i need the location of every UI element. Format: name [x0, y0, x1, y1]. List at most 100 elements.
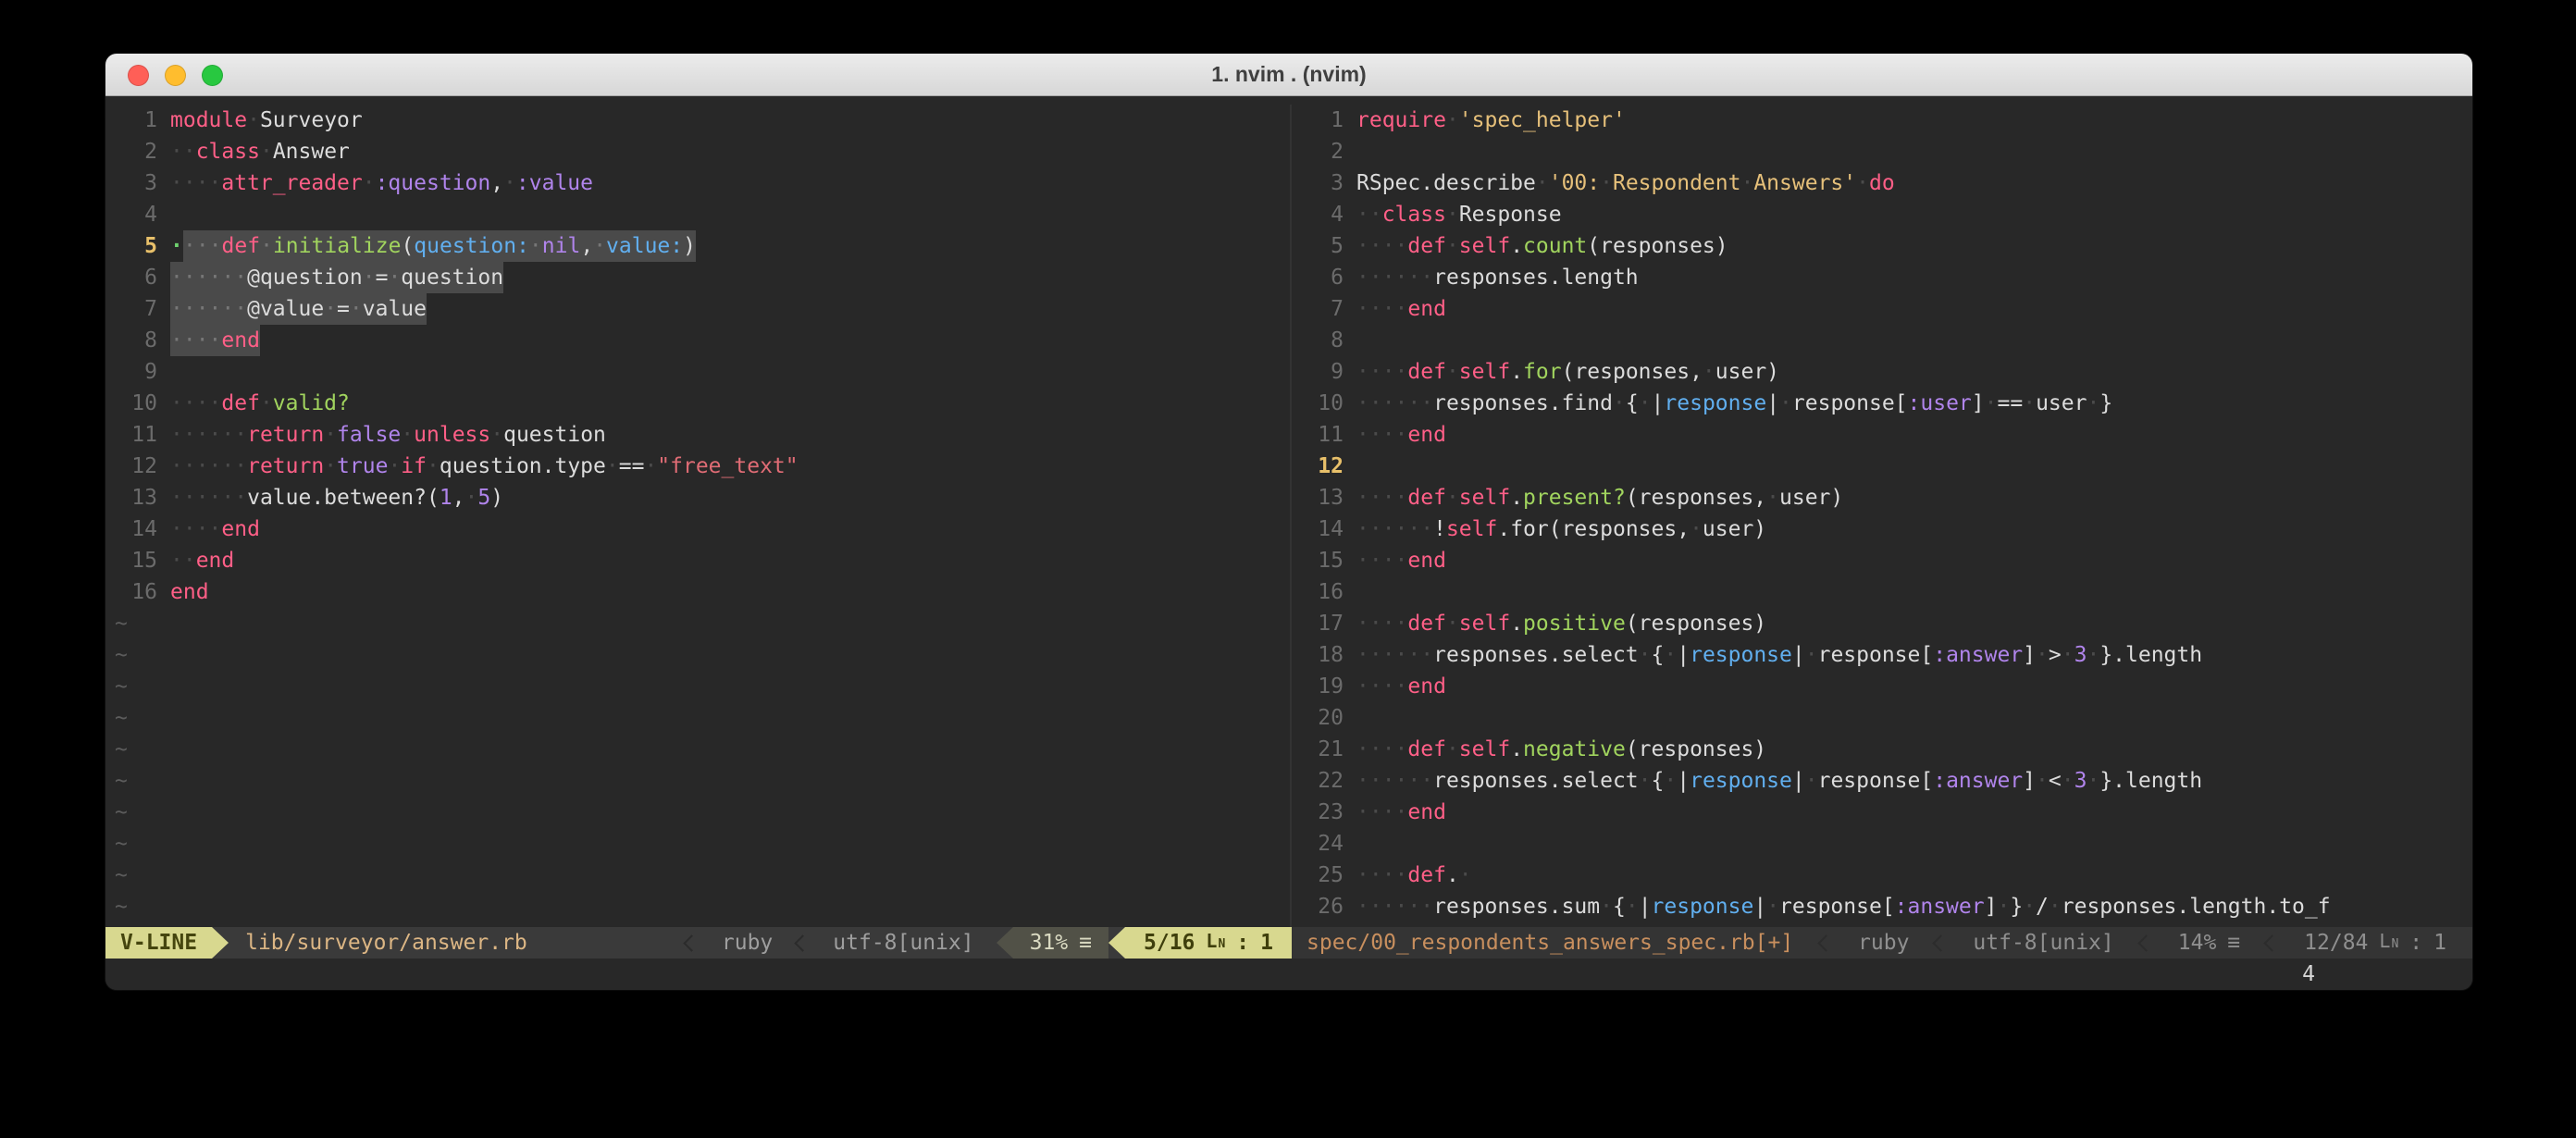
code-line[interactable]: 4	[105, 199, 1290, 230]
code-token: .	[1510, 360, 1523, 384]
code-token: def	[222, 234, 261, 258]
close-button[interactable]	[128, 65, 149, 86]
code-line[interactable]: 16end	[105, 576, 1290, 608]
statusline-active: V-LINE lib/surveyor/answer.rb ruby utf-8…	[105, 927, 1292, 959]
code-token: {	[1652, 769, 1665, 793]
code-token: .	[1510, 737, 1523, 761]
selected-code-text: ···def·initialize(question:·nil,·value:)	[183, 230, 696, 262]
code-line[interactable]: 7······@value·=·value	[105, 293, 1290, 325]
code-line[interactable]: 5····def·initialize(question:·nil,·value…	[105, 230, 1290, 262]
minimize-button[interactable]	[165, 65, 186, 86]
code-line[interactable]: 10······responses.find·{·|response|·resp…	[1292, 388, 2472, 419]
code-line[interactable]: 16	[1292, 576, 2472, 608]
code-line[interactable]: 3RSpec.describe·'00:·Respondent·Answers'…	[1292, 167, 2472, 199]
code-line[interactable]: 12	[1292, 451, 2472, 482]
code-token: attr_reader	[221, 171, 362, 195]
code-token: }	[2099, 391, 2112, 415]
gutter-gap	[157, 356, 170, 388]
code-token: initialize	[273, 234, 401, 258]
code-line[interactable]: 4··class·Response	[1292, 199, 2472, 230]
whitespace-dot: ·	[260, 234, 273, 258]
code-line[interactable]: 5····def·self.count(responses)	[1292, 230, 2472, 262]
selected-code-text: ······@question·=·question	[170, 262, 503, 293]
code-line[interactable]: 20	[1292, 702, 2472, 734]
code-line[interactable]: 17····def·self.positive(responses)	[1292, 608, 2472, 639]
traffic-lights	[128, 65, 223, 86]
code-text: ······responses.length	[1356, 262, 1639, 293]
code-token: module	[170, 108, 247, 132]
code-token: =	[337, 297, 350, 321]
code-line[interactable]: 2··class·Answer	[105, 136, 1290, 167]
code-line[interactable]: 11······return·false·unless·question	[105, 419, 1290, 451]
code-line[interactable]: 21····def·self.negative(responses)	[1292, 734, 2472, 765]
code-line[interactable]: 6 ······@question·=·question	[105, 262, 1290, 293]
code-line[interactable]: 19····end	[1292, 671, 2472, 702]
line-position: 12/84	[2304, 927, 2368, 959]
code-line[interactable]: 13····def·self.present?(responses,·user)	[1292, 482, 2472, 513]
whitespace-dot: ·	[1805, 643, 1818, 667]
code-token: "free_text"	[657, 454, 798, 478]
code-line[interactable]: 6 ······responses.length	[1292, 262, 2472, 293]
code-line[interactable]: 9	[105, 356, 1290, 388]
code-token: self	[1459, 737, 1510, 761]
code-line[interactable]: 3 ····attr_reader·:question,·:value	[105, 167, 1290, 199]
code-text: ····attr_reader·:question,·:value	[170, 167, 593, 199]
code-line[interactable]: 10····def·valid?	[105, 388, 1290, 419]
line-number: 3	[105, 167, 157, 199]
code-line[interactable]: 13······value.between?(1,·5)	[105, 482, 1290, 513]
code-token: .	[1510, 234, 1523, 258]
code-line[interactable]: 7····end	[1292, 293, 2472, 325]
cursor: ·	[170, 230, 183, 262]
code-line[interactable]: 14······!self.for(responses,·user)	[1292, 513, 2472, 545]
code-line[interactable]: 11····end	[1292, 419, 2472, 451]
empty-buffer-line: ~	[105, 702, 1290, 734]
code-line[interactable]: 8	[1292, 325, 2472, 356]
code-line[interactable]: 26······responses.sum·{·|response|·respo…	[1292, 891, 2472, 922]
line-number: 6	[105, 262, 157, 293]
code-token: count	[1523, 234, 1587, 258]
code-token: ]	[2023, 769, 2036, 793]
whitespace-dot: ·	[2036, 769, 2049, 793]
code-token: return	[247, 423, 324, 447]
code-token: )	[490, 486, 503, 510]
code-line[interactable]: 22······responses.select·{·|response|·re…	[1292, 765, 2472, 797]
code-line[interactable]: 1module·Surveyor	[105, 105, 1290, 136]
editor-pane-left: 1module·Surveyor2··class·Answer3 ····attr…	[105, 105, 1292, 927]
gutter-gap	[1344, 576, 1356, 608]
gutter-gap	[157, 325, 170, 356]
line-number: 6	[1292, 262, 1344, 293]
code-line[interactable]: 14····end	[105, 513, 1290, 545]
cursor-position-segment: 5/16 LN : 1	[1125, 927, 1292, 959]
tilde-marker: ~	[105, 828, 128, 860]
statusline-inactive: spec/00_respondents_answers_spec.rb[+] r…	[1292, 927, 2472, 959]
line-number: 15	[1292, 545, 1344, 576]
command-line: 4	[105, 959, 2472, 990]
code-token: {	[1652, 643, 1665, 667]
code-token: :question	[376, 171, 491, 195]
powerline-arrow-icon	[212, 927, 229, 959]
code-line[interactable]: 25····def.·	[1292, 860, 2472, 891]
whitespace-dot: ·	[1446, 203, 1459, 227]
zoom-button[interactable]	[202, 65, 223, 86]
code-line[interactable]: 23····end	[1292, 797, 2472, 828]
code-line[interactable]: 9····def·self.for(responses,·user)	[1292, 356, 2472, 388]
line-number: 8	[105, 325, 157, 356]
code-token: def	[1407, 486, 1446, 510]
code-line[interactable]: 18······responses.select·{·|response|·re…	[1292, 639, 2472, 671]
empty-buffer-line: ~	[105, 765, 1290, 797]
code-line[interactable]: 12······return·true·if·question.type·==·…	[105, 451, 1290, 482]
window-titlebar[interactable]: 1. nvim . (nvim)	[105, 54, 2472, 96]
code-line[interactable]: 15··end	[105, 545, 1290, 576]
code-token: nil	[542, 234, 581, 258]
line-number: 19	[1292, 671, 1344, 702]
code-token: Surveyor	[260, 108, 363, 132]
line-number-icon: LN	[1206, 927, 1225, 959]
code-line[interactable]: 1require·'spec_helper'	[1292, 105, 2472, 136]
code-line[interactable]: 24	[1292, 828, 2472, 860]
whitespace-dot: ····	[1356, 863, 1407, 887]
thin-separator-icon	[1817, 934, 1834, 951]
code-line[interactable]: 2	[1292, 136, 2472, 167]
code-line[interactable]: 15····end	[1292, 545, 2472, 576]
code-line[interactable]: 8····end	[105, 325, 1290, 356]
code-token: response	[1652, 895, 1754, 919]
